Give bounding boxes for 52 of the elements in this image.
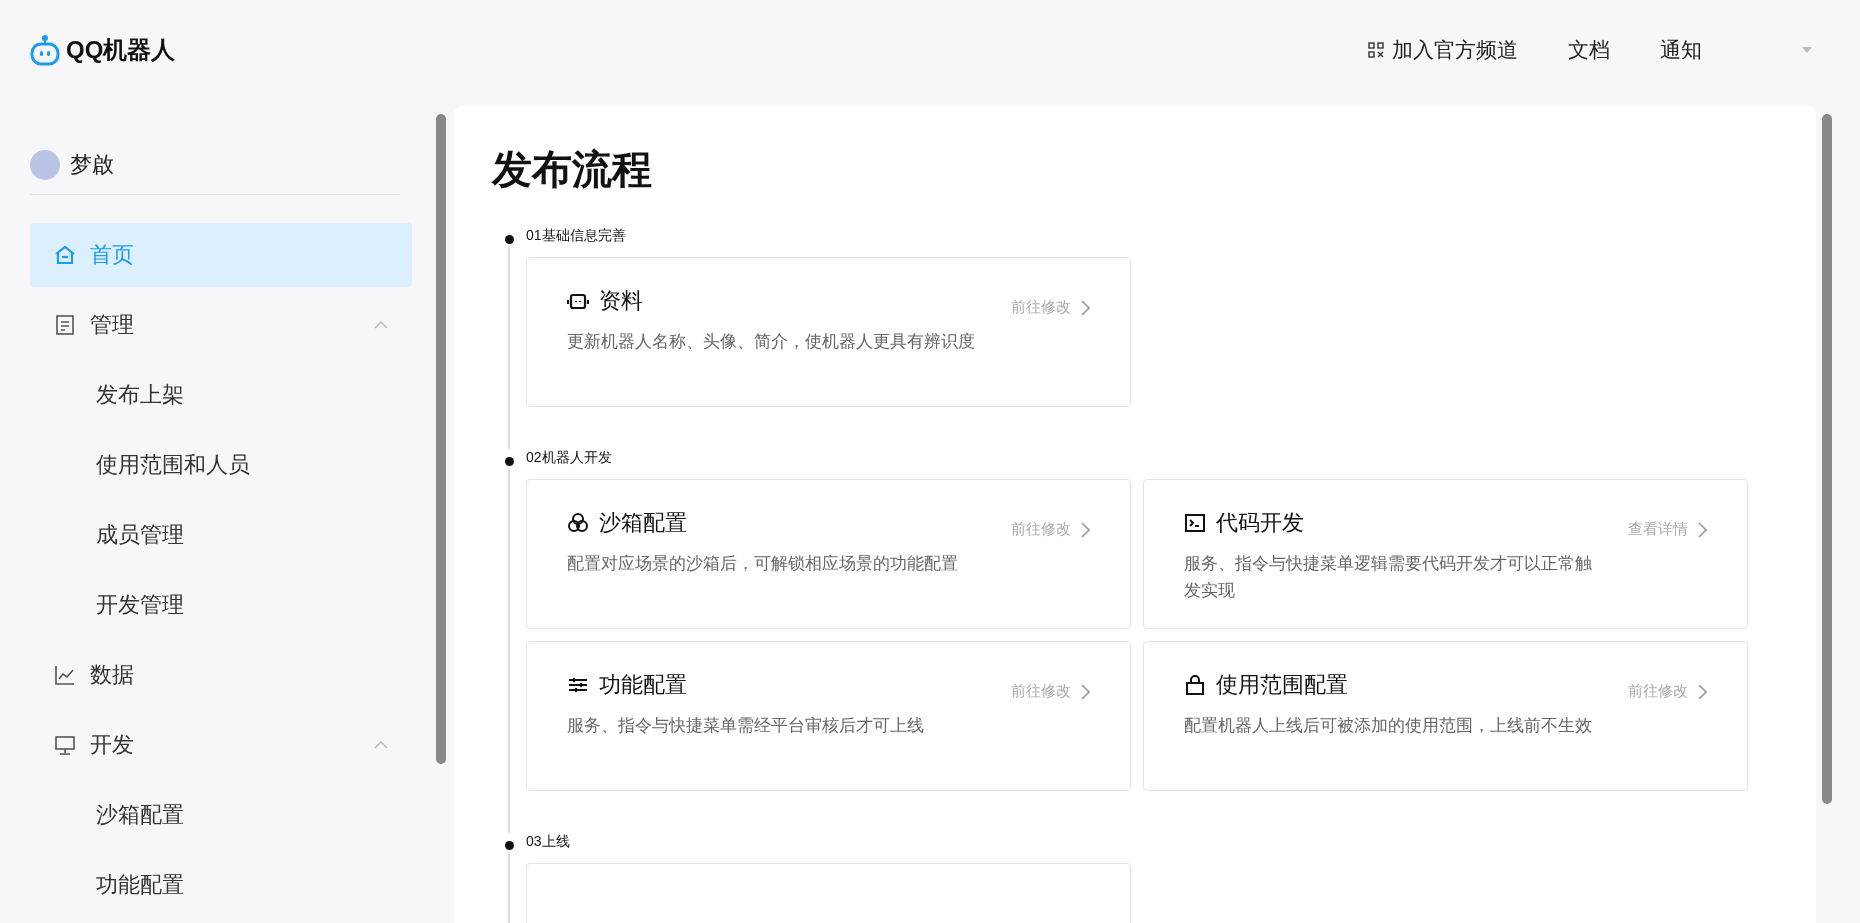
step-card[interactable]: 资料 更新机器人名称、头像、简介，使机器人更具有辨识度 前往修改 (526, 257, 1131, 407)
user-name: 梦啟 (70, 151, 114, 179)
terminal-icon (1184, 512, 1206, 534)
card-description: 服务、指令与快捷菜单需经平台审核后才可上线 (567, 715, 924, 737)
card-title: 资料 (599, 287, 643, 315)
card-title: 代码开发 (1216, 509, 1304, 537)
chevron-right-icon (1698, 683, 1707, 700)
sidebar-subitem[interactable]: 成员管理 (30, 503, 412, 567)
card-title: 使用范围配置 (1216, 671, 1348, 699)
line-chart-icon (54, 664, 76, 686)
sidebar-item[interactable]: 管理 (30, 293, 412, 357)
avatar[interactable] (30, 150, 60, 180)
home-icon (54, 244, 76, 266)
nav-link[interactable]: 加入官方频道 (1368, 36, 1518, 64)
page-title: 发布流程 (492, 146, 653, 193)
logo-text[interactable]: QQ机器人 (66, 34, 176, 66)
step-label: 02机器人开发 (526, 449, 613, 467)
timeline-dot (504, 457, 514, 466)
chevron-right-icon (1081, 299, 1090, 316)
chevron-right-icon (1698, 521, 1707, 538)
step-card[interactable]: 代码开发 服务、指令与快捷菜单逻辑需要代码开发才可以正常触发实现 查看详情 (1143, 479, 1748, 629)
step-label: 03上线 (526, 833, 571, 851)
step-label: 01基础信息完善 (526, 227, 627, 245)
step-card[interactable]: 使用范围配置 配置机器人上线后可被添加的使用范围，上线前不生效 前往修改 (1143, 641, 1748, 791)
timeline-dot (504, 235, 514, 244)
lock-icon (1184, 674, 1206, 696)
document-icon (54, 314, 76, 336)
card-title: 功能配置 (599, 671, 687, 699)
sidebar-subitem[interactable]: 功能配置 (30, 853, 412, 917)
timeline-dot (504, 841, 514, 850)
sidebar-subitem[interactable]: 使用范围和人员 (30, 433, 412, 497)
sidebar-subitem[interactable]: 发布上架 (30, 363, 412, 427)
monitor-icon (54, 734, 76, 756)
step-card[interactable]: 功能配置 服务、指令与快捷菜单需经平台审核后才可上线 前往修改 (526, 641, 1131, 791)
card-description: 服务、指令与快捷菜单逻辑需要代码开发才可以正常触发实现 (1184, 553, 1593, 603)
nav-link[interactable]: 通知 (1660, 36, 1702, 64)
card-title: 沙箱配置 (599, 509, 687, 537)
sidebar-item[interactable]: 开发 (30, 713, 412, 777)
grid-icon (1368, 42, 1384, 58)
sidebar-subitem[interactable]: 开发管理 (30, 573, 412, 637)
dropdown-caret-icon[interactable] (1802, 47, 1812, 53)
nav-link[interactable]: 文档 (1568, 36, 1610, 64)
card-description: 配置机器人上线后可被添加的使用范围，上线前不生效 (1184, 715, 1592, 737)
robot-logo-icon (30, 34, 60, 66)
circles-icon (567, 512, 589, 534)
sidebar-item[interactable]: 数据 (30, 643, 412, 707)
step-card[interactable]: 沙箱配置 配置对应场景的沙箱后，可解锁相应场景的功能配置 前往修改 (526, 479, 1131, 629)
card-description: 配置对应场景的沙箱后，可解锁相应场景的功能配置 (567, 553, 958, 575)
card-description: 更新机器人名称、头像、简介，使机器人更具有辨识度 (567, 331, 975, 353)
chevron-right-icon (1081, 521, 1090, 538)
chevron-right-icon (1081, 683, 1090, 700)
sidebar-subitem[interactable]: 沙箱配置 (30, 783, 412, 847)
